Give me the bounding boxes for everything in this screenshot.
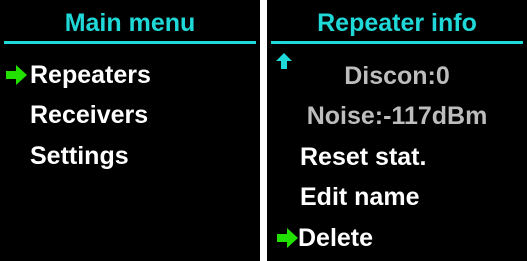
repeater-info-title: Repeater info	[317, 9, 477, 37]
menu-item-edit-name[interactable]: Edit name	[300, 182, 419, 212]
repeater-info-title-underline	[271, 41, 523, 44]
info-discon: Discon:0	[344, 62, 450, 90]
menu-item-settings[interactable]: Settings	[30, 141, 129, 171]
repeater-info-screen: Repeater info Discon:0 Noise:-117dBm Res…	[267, 0, 527, 261]
main-menu-screen: Main menu Repeaters Receivers Settings	[0, 0, 260, 261]
menu-item-delete[interactable]: Delete	[298, 223, 373, 253]
right-arrow-icon	[277, 228, 298, 248]
menu-item-reset-stat[interactable]: Reset stat.	[300, 142, 426, 172]
menu-item-repeaters[interactable]: Repeaters	[30, 60, 151, 90]
right-arrow-icon	[6, 65, 27, 85]
menu-item-receivers[interactable]: Receivers	[30, 100, 148, 130]
main-menu-title-underline	[4, 41, 256, 44]
main-menu-title: Main menu	[64, 9, 196, 37]
info-noise: Noise:-117dBm	[306, 102, 488, 130]
